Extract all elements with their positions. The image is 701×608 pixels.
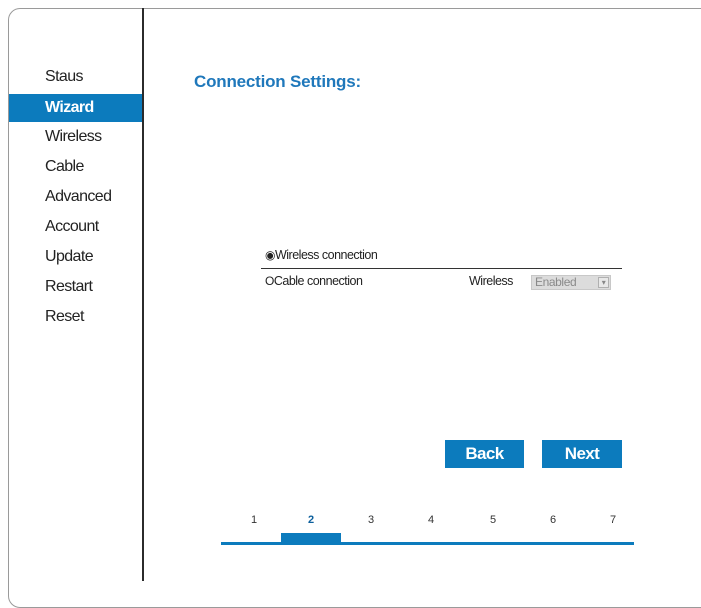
sidebar-divider	[142, 8, 144, 581]
step-2[interactable]: 2	[301, 514, 321, 526]
step-1[interactable]: 1	[244, 514, 264, 526]
step-4[interactable]: 4	[421, 514, 441, 526]
cable-connection-option[interactable]: OCable connection	[265, 274, 363, 288]
wireless-connection-label: Wireless connection	[274, 248, 378, 262]
wireless-select-value: Enabled	[535, 275, 577, 289]
sidebar-item-reset[interactable]: Reset	[9, 304, 142, 334]
radio-unselected-icon[interactable]: O	[265, 274, 274, 288]
sidebar-item-advanced[interactable]: Advanced	[9, 184, 142, 214]
sidebar-item-wizard[interactable]: Wizard	[9, 94, 142, 122]
wireless-field-label: Wireless	[469, 274, 513, 288]
sidebar-nav: Staus Wizard Wireless Cable Advanced Acc…	[9, 64, 142, 334]
radio-selected-icon[interactable]: ◉	[265, 248, 275, 262]
step-progress-line	[221, 542, 634, 545]
sidebar-item-wireless[interactable]: Wireless	[9, 124, 142, 154]
sidebar-item-cable[interactable]: Cable	[9, 154, 142, 184]
wireless-connection-option[interactable]: ◉Wireless connection	[265, 248, 378, 262]
page-title: Connection Settings:	[194, 72, 361, 91]
chevron-down-icon[interactable]: ▾	[598, 277, 609, 288]
back-button[interactable]: Back	[445, 440, 524, 468]
sidebar-item-status[interactable]: Staus	[9, 64, 142, 94]
sidebar-item-update[interactable]: Update	[9, 244, 142, 274]
options-divider	[261, 268, 622, 269]
cable-connection-label: Cable connection	[273, 274, 363, 288]
sidebar-item-restart[interactable]: Restart	[9, 274, 142, 304]
step-3[interactable]: 3	[361, 514, 381, 526]
sidebar-item-account[interactable]: Account	[9, 214, 142, 244]
wireless-select[interactable]: Enabled ▾	[531, 275, 611, 290]
step-5[interactable]: 5	[483, 514, 503, 526]
step-6[interactable]: 6	[543, 514, 563, 526]
step-7[interactable]: 7	[603, 514, 623, 526]
next-button[interactable]: Next	[542, 440, 622, 468]
